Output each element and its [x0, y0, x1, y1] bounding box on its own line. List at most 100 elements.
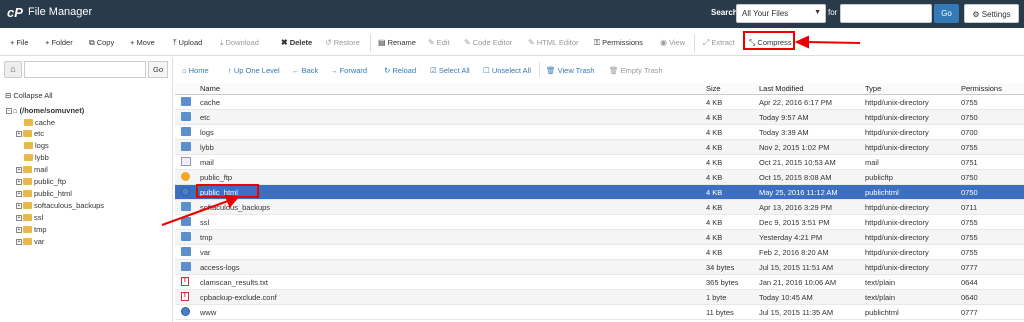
- table-row[interactable]: var 4 KB Feb 2, 2016 8:20 AM httpd/unix-dir…: [175, 245, 1024, 260]
- file-modified: Nov 2, 2015 1:02 PM: [759, 143, 830, 152]
- collapse-all-link[interactable]: ⊟ Collapse All: [5, 91, 53, 100]
- nav-reload-button[interactable]: ↻ Reload: [384, 66, 416, 75]
- copy-button[interactable]: ⧉ Copy: [89, 38, 114, 48]
- tree-item-ssl[interactable]: + ssl: [16, 212, 43, 223]
- expand-toggle-icon: +: [16, 215, 22, 222]
- file-size: 1 byte: [706, 293, 727, 302]
- col-type[interactable]: Type: [865, 84, 881, 93]
- unselect-all-label: Unselect All: [491, 66, 531, 75]
- upload-button[interactable]: ⤒ Upload: [173, 38, 202, 48]
- file-name: clamscan_results.txt: [200, 278, 268, 287]
- table-row[interactable]: cpbackup-exclude.conf 1 byte Today 10:45 A…: [175, 290, 1024, 305]
- path-input[interactable]: [24, 61, 146, 78]
- path-go-button[interactable]: Go: [148, 61, 168, 78]
- table-row[interactable]: lybb 4 KB Nov 2, 2015 1:02 PM httpd/unix-di…: [175, 140, 1024, 155]
- nav-up-button[interactable]: ↑ Up One Level: [228, 66, 280, 75]
- edit-button[interactable]: ✎ Edit: [428, 38, 450, 47]
- tree-item-public-ftp[interactable]: + public_ftp: [16, 176, 66, 187]
- folder-icon: [24, 141, 33, 149]
- nav-up-label: Up One Level: [233, 66, 280, 75]
- table-row[interactable]: cache 4 KB Apr 22, 2016 6:17 PM httpd/unix-…: [175, 95, 1024, 110]
- tree-item-mail[interactable]: + mail: [16, 164, 48, 175]
- tree-item-label: public_html: [34, 189, 72, 198]
- arrow-right-icon: →: [330, 66, 340, 75]
- table-row[interactable]: access-logs 34 bytes Jul 15, 2015 11:51 AM…: [175, 260, 1024, 275]
- view-button[interactable]: ◉ View: [660, 38, 685, 47]
- folder-icon: [181, 112, 191, 121]
- col-size[interactable]: Size: [706, 84, 721, 93]
- search-scope-select[interactable]: All Your Files ▼: [736, 4, 826, 23]
- rename-button[interactable]: ▤ Rename: [378, 38, 416, 47]
- table-row[interactable]: mail 4 KB Oct 21, 2015 10:53 AM mail 0751: [175, 155, 1024, 170]
- file-permissions: 0750: [961, 113, 978, 122]
- restore-button[interactable]: ↺ Restore: [325, 38, 360, 47]
- folder-icon: [23, 165, 32, 173]
- file-modified: Today 9:57 AM: [759, 113, 809, 122]
- file-modified: Oct 15, 2015 8:08 AM: [759, 173, 832, 182]
- view-trash-button[interactable]: 🗑︎ View Trash: [546, 66, 595, 75]
- file-type: publichtml: [865, 308, 899, 317]
- file-name: access-logs: [200, 263, 240, 272]
- new-file-button[interactable]: + File: [10, 38, 29, 47]
- text-icon: [181, 277, 189, 286]
- tree-item-lybb[interactable]: lybb: [24, 152, 49, 163]
- file-size: 365 bytes: [706, 278, 739, 287]
- table-row[interactable]: ssl 4 KB Dec 9, 2015 3:51 PM httpd/unix-dir…: [175, 215, 1024, 230]
- table-row[interactable]: public_html 4 KB May 25, 2016 11:12 AM publ…: [175, 185, 1024, 200]
- col-permissions[interactable]: Permissions: [961, 84, 1002, 93]
- select-all-button[interactable]: ☑ Select All: [430, 66, 470, 75]
- settings-button[interactable]: ⚙ Settings: [964, 4, 1019, 23]
- nav-back-button[interactable]: ← Back: [292, 66, 318, 75]
- file-permissions: 0751: [961, 158, 978, 167]
- html-editor-button[interactable]: ✎ HTML Editor: [528, 38, 579, 47]
- nav-home-button[interactable]: ⌂ Home: [182, 66, 209, 75]
- table-row[interactable]: etc 4 KB Today 9:57 AM httpd/unix-directory…: [175, 110, 1024, 125]
- file-permissions: 0755: [961, 143, 978, 152]
- extract-button[interactable]: ⤢ Extract: [703, 38, 735, 48]
- file-permissions: 0700: [961, 128, 978, 137]
- file-permissions: 0755: [961, 233, 978, 242]
- col-modified[interactable]: Last Modified: [759, 84, 804, 93]
- folder-icon: [181, 202, 191, 211]
- tree-item-logs[interactable]: logs: [24, 140, 49, 151]
- unselect-all-button[interactable]: ☐ Unselect All: [483, 66, 531, 75]
- tree-root[interactable]: − ⌂ (/home/somuvnet): [6, 105, 84, 116]
- tree-item-label: mail: [34, 165, 48, 174]
- search-go-button[interactable]: Go: [934, 4, 959, 23]
- download-button[interactable]: ⤓ Download: [220, 38, 259, 48]
- tree-item-public-html[interactable]: + public_html: [16, 188, 72, 199]
- app-title: File Manager: [28, 6, 93, 18]
- file-type: text/plain: [865, 293, 896, 302]
- col-name[interactable]: Name: [200, 84, 220, 93]
- nav-forward-button[interactable]: → Forward: [330, 66, 367, 75]
- table-row[interactable]: tmp 4 KB Yesterday 4:21 PM httpd/unix-direc…: [175, 230, 1024, 245]
- file-modified: Yesterday 4:21 PM: [759, 233, 823, 242]
- tree-item-tmp[interactable]: + tmp: [16, 224, 47, 235]
- table-row[interactable]: public_ftp 4 KB Oct 15, 2015 8:08 AM public…: [175, 170, 1024, 185]
- delete-button[interactable]: ✖ Delete: [281, 38, 312, 47]
- tree-item-softaculous-backups[interactable]: + softaculous_backups: [16, 200, 104, 211]
- compress-highlight-box: [743, 31, 795, 50]
- table-row[interactable]: clamscan_results.txt 365 bytes Jan 21, 201…: [175, 275, 1024, 290]
- main-toolbar: + File + Folder ⧉ Copy + Move ⤒ Upload ⤓ Do…: [0, 30, 1024, 56]
- permissions-button[interactable]: ⚿ Permissions: [594, 38, 643, 48]
- tree-item-cache[interactable]: cache: [24, 117, 55, 128]
- folder-icon: [181, 127, 191, 136]
- upload-label: Upload: [178, 38, 203, 47]
- file-modified: Apr 22, 2016 6:17 PM: [759, 98, 832, 107]
- table-row[interactable]: logs 4 KB Today 3:39 AM httpd/unix-director…: [175, 125, 1024, 140]
- move-button[interactable]: + Move: [130, 38, 155, 47]
- tree-item-var[interactable]: + var: [16, 236, 44, 247]
- table-row[interactable]: softaculous_backups 4 KB Apr 13, 2016 3:29…: [175, 200, 1024, 215]
- search-input[interactable]: [840, 4, 932, 23]
- new-folder-button[interactable]: + Folder: [45, 38, 73, 47]
- file-modified: Jul 15, 2015 11:35 AM: [759, 308, 834, 317]
- file-modified: Jan 21, 2016 10:06 AM: [759, 278, 837, 287]
- tree-item-etc[interactable]: + etc: [16, 128, 44, 139]
- file-size: 4 KB: [706, 188, 723, 197]
- extract-label: Extract: [711, 38, 735, 47]
- home-icon[interactable]: ⌂: [4, 61, 22, 78]
- code-editor-button[interactable]: ✎ Code Editor: [464, 38, 512, 47]
- table-row[interactable]: www 11 bytes Jul 15, 2015 11:35 AM publicht…: [175, 305, 1024, 320]
- empty-trash-button[interactable]: 🗑︎ Empty Trash: [609, 66, 663, 75]
